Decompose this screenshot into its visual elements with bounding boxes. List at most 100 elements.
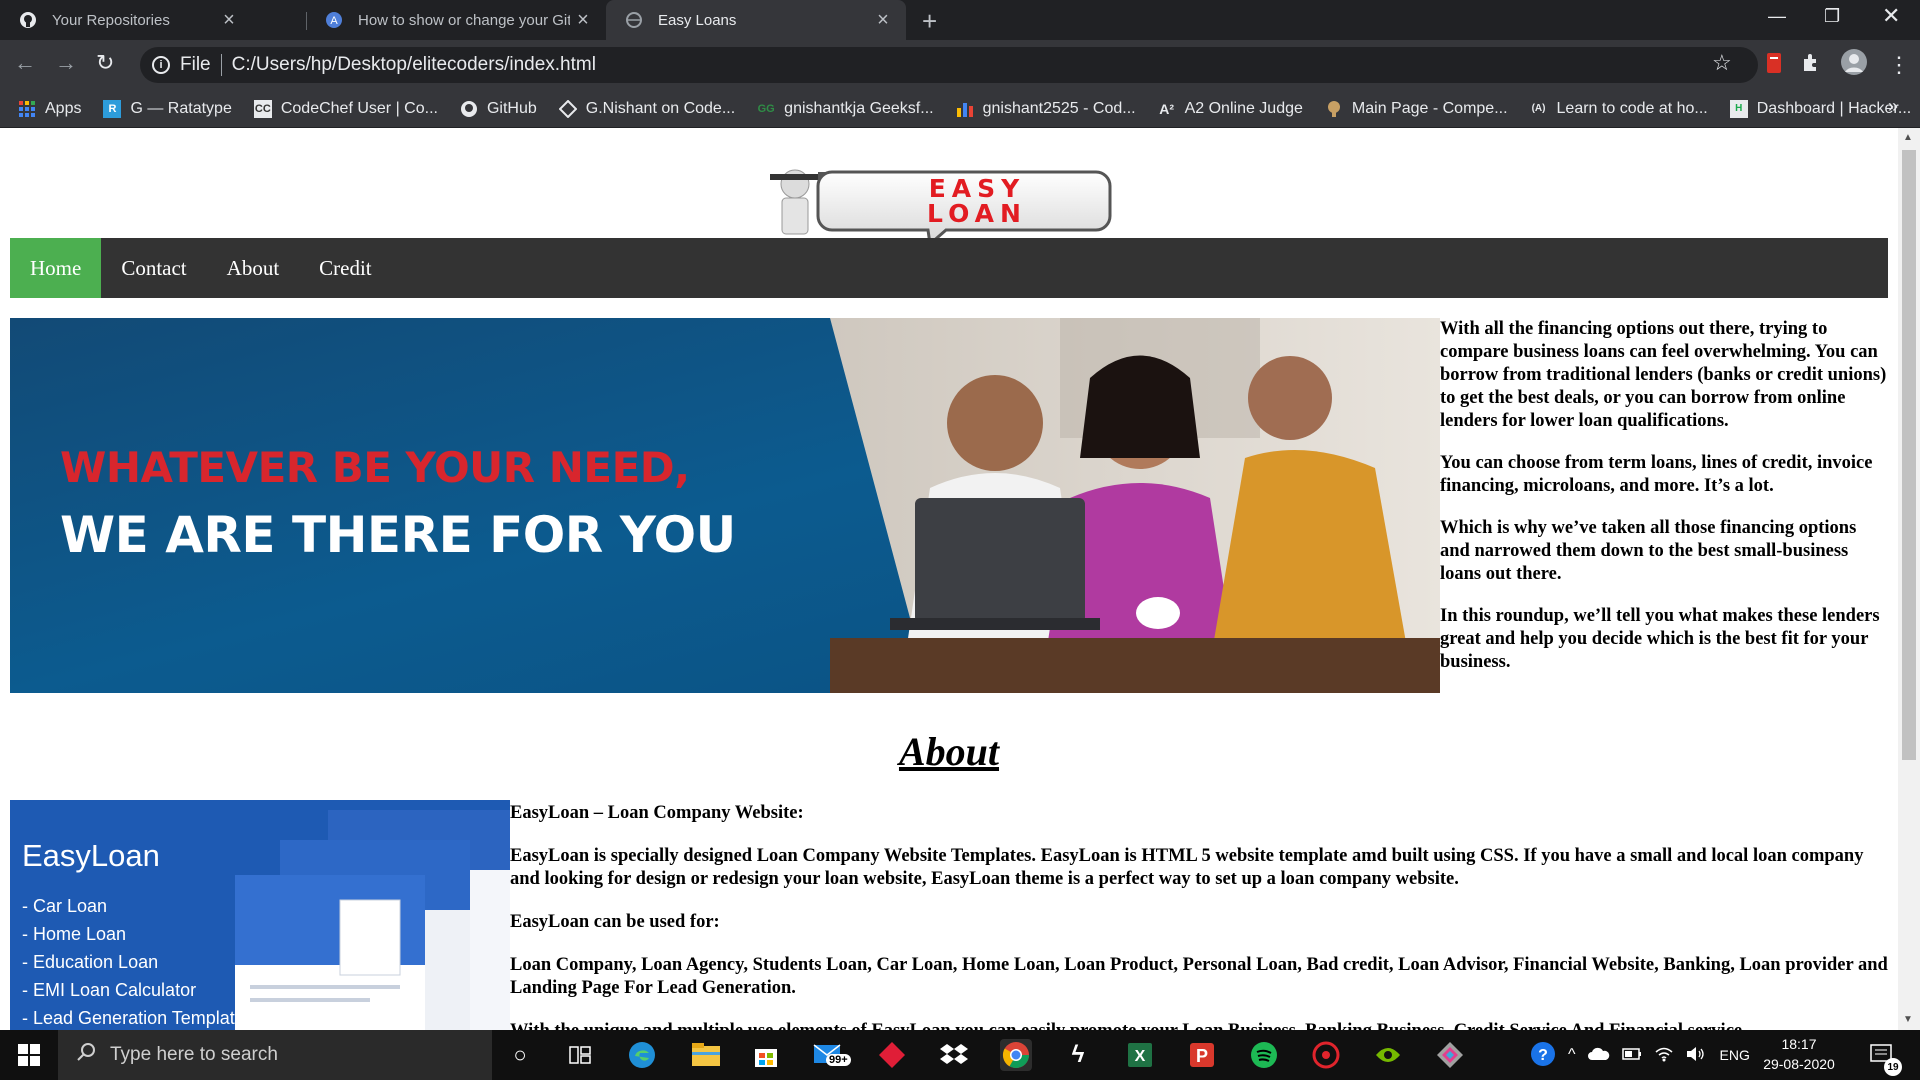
nvidia-icon[interactable] bbox=[1372, 1039, 1404, 1071]
system-clock[interactable]: 18:17 29-08-2020 bbox=[1762, 1034, 1836, 1074]
scroll-up-icon[interactable]: ▲ bbox=[1903, 132, 1913, 143]
bars-icon bbox=[956, 100, 974, 118]
logo-word-easy: EASY bbox=[928, 174, 1026, 203]
bookmark-label: CodeChef User | Co... bbox=[280, 99, 438, 117]
ratatype-icon: R bbox=[103, 99, 122, 118]
task-view-icon[interactable] bbox=[564, 1039, 596, 1071]
language-indicator[interactable]: ENG bbox=[1720, 1047, 1750, 1063]
close-tab-icon[interactable]: × bbox=[216, 9, 242, 32]
about-paragraph: Loan Company, Loan Agency, Students Loan… bbox=[510, 955, 1888, 998]
a2-icon: A² bbox=[1159, 100, 1174, 117]
nav-home[interactable]: Home bbox=[10, 238, 102, 298]
clock-date: 29-08-2020 bbox=[1763, 1056, 1835, 1072]
extensions-puzzle-icon[interactable] bbox=[1800, 52, 1822, 80]
windows-start-icon[interactable] bbox=[18, 1044, 40, 1071]
bookmark-label: Main Page - Compe... bbox=[1351, 99, 1508, 117]
bookmark-a2-online-judge[interactable]: A² A2 Online Judge bbox=[1158, 100, 1303, 118]
back-arrow-icon[interactable]: ← bbox=[14, 50, 36, 76]
close-tab-icon[interactable]: × bbox=[570, 9, 596, 32]
nav-credit[interactable]: Credit bbox=[299, 238, 392, 298]
chrome-icon[interactable] bbox=[1000, 1039, 1032, 1071]
profile-avatar[interactable] bbox=[1840, 48, 1868, 82]
about-paragraph: EasyLoan can be used for: bbox=[510, 912, 720, 932]
bookmark-label: Learn to code at ho... bbox=[1556, 99, 1708, 117]
browser-tab-strip: Your Repositories × A How to show or cha… bbox=[0, 0, 1920, 40]
bookmark-codecademy[interactable]: (A) Learn to code at ho... bbox=[1530, 100, 1708, 118]
forward-arrow-icon[interactable]: → bbox=[55, 50, 77, 76]
svg-text:?: ? bbox=[1538, 1047, 1548, 1064]
about-paragraph: EasyLoan – Loan Company Website: bbox=[510, 803, 804, 823]
tab-easy-loans[interactable]: Easy Loans × bbox=[606, 0, 906, 40]
close-window-icon[interactable]: ✕ bbox=[1882, 3, 1900, 29]
cortana-circle-icon[interactable]: ○ bbox=[504, 1039, 536, 1071]
close-tab-icon[interactable]: × bbox=[870, 9, 896, 32]
lightning-app-icon[interactable]: ϟ bbox=[1062, 1039, 1094, 1071]
bookmark-geeksforgeeks[interactable]: GG gnishantkja Geeksf... bbox=[757, 100, 934, 118]
bookmark-codeforces-profile[interactable]: gnishant2525 - Cod... bbox=[956, 100, 1136, 118]
list-item: - EMI Loan Calculator bbox=[22, 980, 197, 1000]
search-icon bbox=[76, 1042, 96, 1068]
svg-text:P: P bbox=[1196, 1046, 1208, 1066]
onedrive-cloud-icon[interactable] bbox=[1587, 1047, 1610, 1064]
list-item: - Home Loan bbox=[22, 924, 127, 944]
search-placeholder: Type here to search bbox=[110, 1044, 278, 1065]
tab-your-repositories[interactable]: Your Repositories × bbox=[0, 0, 252, 40]
scroll-down-icon[interactable]: ▼ bbox=[1903, 1014, 1913, 1025]
about-paragraph: With the unique and multiple use element… bbox=[510, 1020, 1890, 1030]
github-icon bbox=[460, 100, 478, 118]
edge-browser-icon[interactable] bbox=[626, 1039, 658, 1071]
web-page: EASY LOAN Home Contact About Credit WHAT… bbox=[0, 128, 1898, 1030]
new-tab-plus-icon[interactable]: + bbox=[922, 6, 937, 37]
help-icon[interactable]: ? bbox=[1530, 1041, 1556, 1070]
banner-headline-red: WHATEVER BE YOUR NEED, bbox=[60, 443, 690, 492]
bookmark-apps[interactable]: Apps bbox=[18, 100, 81, 118]
promo-feature-list: - Car Loan - Home Loan - Education Loan … bbox=[22, 896, 254, 1030]
nav-contact[interactable]: Contact bbox=[101, 238, 206, 298]
bookmark-label: gnishant2525 - Cod... bbox=[982, 99, 1136, 117]
bookmark-codeforces[interactable]: G.Nishant on Code... bbox=[558, 99, 735, 118]
red-shield-app-icon[interactable] bbox=[1310, 1039, 1342, 1071]
taskbar-search-box[interactable]: Type here to search bbox=[58, 1030, 492, 1080]
chevron-up-icon[interactable]: ^ bbox=[1568, 1046, 1576, 1064]
red-diamond-app-icon[interactable] bbox=[876, 1039, 908, 1071]
page-scrollbar[interactable]: ▲ ▼ bbox=[1898, 128, 1920, 1030]
tab-git-help[interactable]: A How to show or change your Git × bbox=[306, 0, 606, 40]
system-tray: ? ^ ENG bbox=[1530, 1030, 1750, 1080]
extension-red-icon[interactable] bbox=[1764, 52, 1784, 80]
banner-headline-white: WE ARE THERE FOR YOU bbox=[60, 506, 736, 564]
url-text[interactable]: C:/Users/hp/Desktop/elitecoders/index.ht… bbox=[232, 54, 596, 76]
info-icon[interactable]: i bbox=[152, 56, 170, 74]
wiki-icon bbox=[1325, 100, 1343, 118]
bookmark-hackerrank[interactable]: H Dashboard | Hacker... bbox=[1729, 99, 1911, 118]
bookmark-codechef[interactable]: CC CodeChef User | Co... bbox=[253, 99, 438, 118]
microsoft-store-icon[interactable] bbox=[750, 1039, 782, 1071]
bookmark-star-icon[interactable]: ☆ bbox=[1712, 50, 1732, 76]
gitkraken-icon[interactable] bbox=[1434, 1039, 1466, 1071]
site-navbar: Home Contact About Credit bbox=[10, 238, 1888, 298]
bookmark-competitive-wiki[interactable]: Main Page - Compe... bbox=[1325, 100, 1508, 118]
battery-icon[interactable] bbox=[1621, 1047, 1642, 1063]
minimize-icon[interactable]: — bbox=[1768, 6, 1786, 27]
address-bar[interactable]: i File C:/Users/hp/Desktop/elitecoders/i… bbox=[140, 47, 1758, 83]
spotify-icon[interactable] bbox=[1248, 1039, 1280, 1071]
file-explorer-icon[interactable] bbox=[690, 1039, 722, 1071]
bookmark-github[interactable]: GitHub bbox=[460, 100, 537, 118]
dropbox-icon[interactable] bbox=[938, 1039, 970, 1071]
about-paragraph: EasyLoan is specially designed Loan Comp… bbox=[510, 846, 1864, 889]
globe-icon bbox=[624, 10, 644, 30]
scrollbar-thumb[interactable] bbox=[1902, 150, 1916, 760]
postman-p-icon[interactable]: P bbox=[1186, 1039, 1218, 1071]
bookmark-ratatype[interactable]: R G — Ratatype bbox=[103, 99, 232, 118]
bookmarks-overflow-icon[interactable]: » bbox=[1888, 96, 1898, 117]
volume-icon[interactable] bbox=[1686, 1046, 1706, 1065]
nav-about[interactable]: About bbox=[207, 238, 300, 298]
tab-title: How to show or change your Git bbox=[358, 11, 570, 29]
wifi-icon[interactable] bbox=[1654, 1046, 1674, 1065]
address-divider bbox=[220, 54, 222, 76]
excel-icon[interactable]: X bbox=[1124, 1039, 1156, 1071]
restore-icon[interactable]: ❐ bbox=[1824, 6, 1840, 27]
about-heading: About bbox=[898, 729, 1000, 774]
reload-icon[interactable]: ↻ bbox=[96, 50, 114, 76]
tab-title: Easy Loans bbox=[658, 11, 737, 29]
kebab-menu-icon[interactable]: ⋮ bbox=[1888, 52, 1910, 78]
